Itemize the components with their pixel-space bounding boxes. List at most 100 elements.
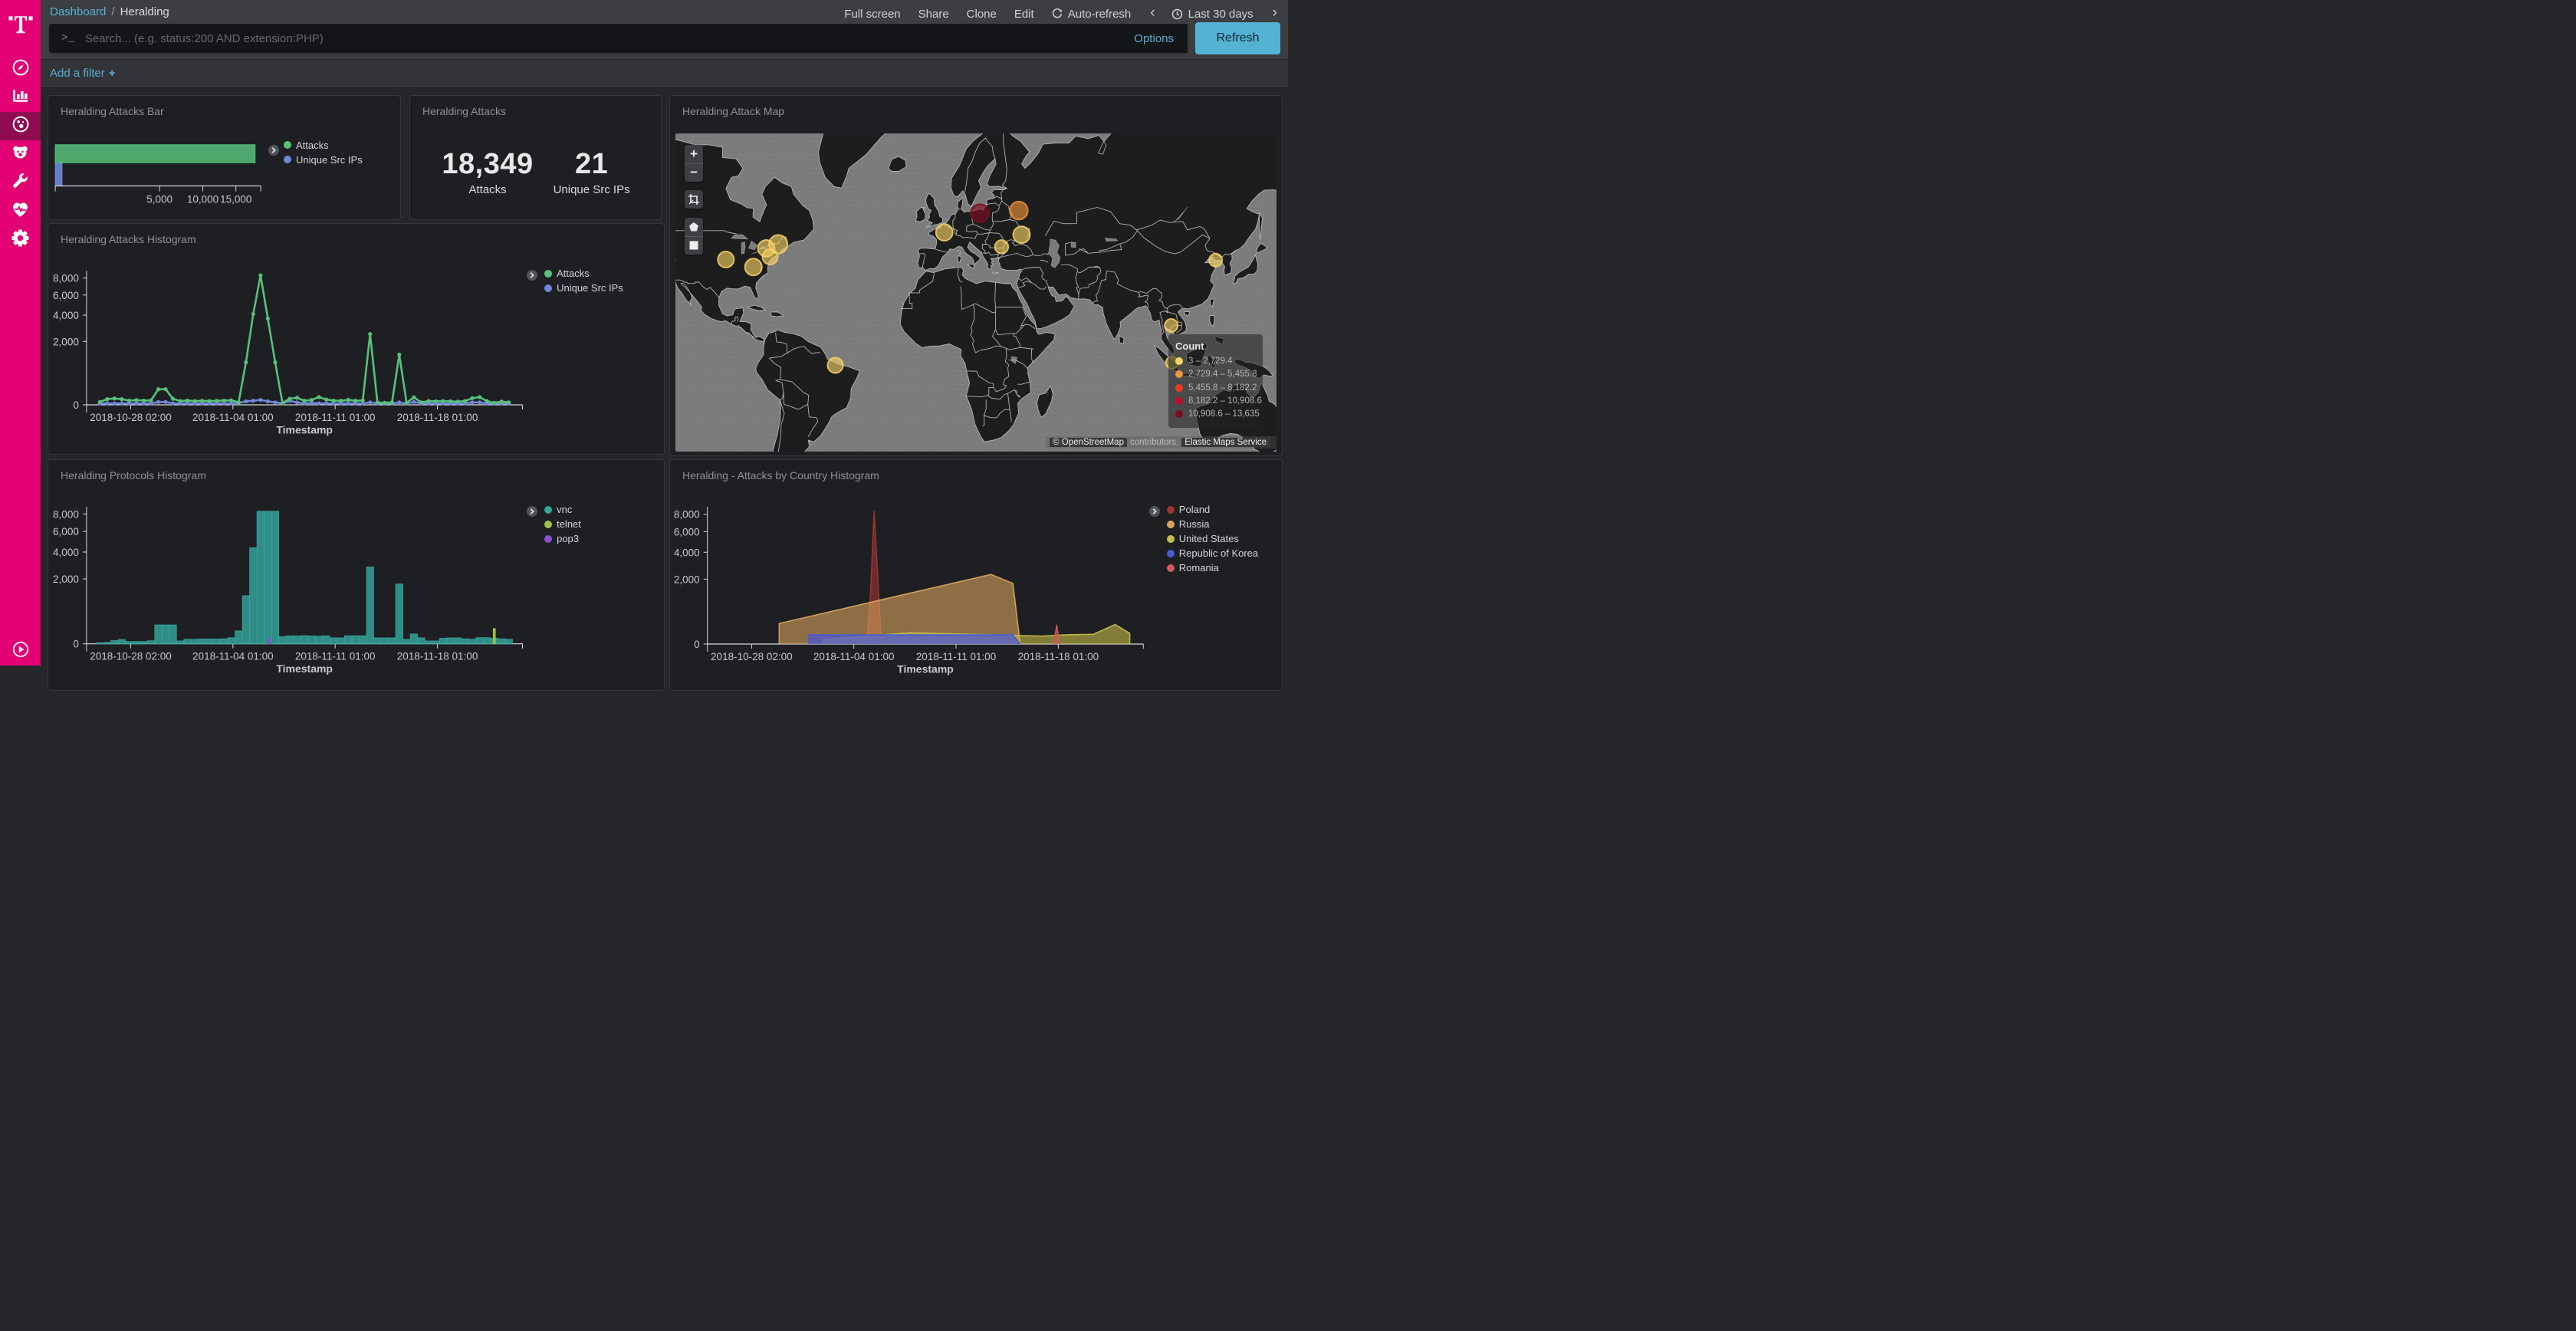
- breadcrumb-separator: /: [106, 5, 120, 18]
- legend-item-attacks[interactable]: Attacks: [284, 138, 363, 153]
- legend-item-telnet[interactable]: telnet: [544, 517, 581, 531]
- attack-location-marker[interactable]: [762, 249, 777, 265]
- nav-actions: Full screen Share Clone Edit Auto-refres…: [826, 5, 1277, 22]
- zoom-in-button[interactable]: +: [685, 145, 703, 163]
- legend-label: vnc: [557, 504, 572, 515]
- svg-text:15,000: 15,000: [220, 193, 251, 205]
- play-icon: [12, 641, 29, 658]
- map-legend-row: 3 – 2,729.4: [1175, 355, 1256, 368]
- attack-location-marker[interactable]: [995, 240, 1008, 253]
- svg-text:Timestamp: Timestamp: [897, 662, 954, 675]
- map-attribution: © OpenStreetMap contributors, Elastic Ma…: [1046, 436, 1276, 449]
- fullscreen-button[interactable]: Full screen: [844, 8, 900, 21]
- attack-location-marker[interactable]: [1165, 319, 1178, 332]
- sidebar-item-tpot[interactable]: [0, 140, 41, 169]
- breadcrumb-bar: Dashboard/Heralding Full screen Share Cl…: [41, 0, 1288, 23]
- sidebar-item-discover[interactable]: [0, 55, 41, 84]
- zoom-out-button[interactable]: −: [685, 163, 703, 182]
- metric-value: 21: [527, 148, 657, 181]
- legend-item-unique-src-ips[interactable]: Unique Src IPs: [284, 153, 363, 167]
- map-legend-row: 2,729.4 – 5,455.8: [1175, 368, 1256, 381]
- attack-location-marker[interactable]: [718, 251, 734, 267]
- legend-item-attacks[interactable]: Attacks: [544, 266, 623, 281]
- map-legend-row: 8,182.2 – 10,908.6: [1175, 394, 1256, 407]
- time-range-button[interactable]: Last 30 days: [1171, 8, 1254, 21]
- legend-range-label: 10,908.6 – 13,635: [1188, 409, 1260, 419]
- legend-item-republic-of-korea[interactable]: Republic of Korea: [1167, 546, 1258, 560]
- legend-item-united-states[interactable]: United States: [1167, 531, 1258, 546]
- edit-button[interactable]: Edit: [1014, 8, 1034, 21]
- legend-attacks-histogram: Attacks Unique Src IPs: [544, 266, 623, 295]
- auto-refresh-button[interactable]: Auto-refresh: [1052, 8, 1132, 21]
- legend-color-dot: [544, 521, 552, 528]
- legend-color-dot: [544, 284, 552, 292]
- legend-label: pop3: [557, 533, 579, 544]
- svg-text:6,000: 6,000: [674, 526, 700, 537]
- attack-map[interactable]: + − Count 3: [675, 133, 1276, 452]
- legend-color-dot: [544, 506, 552, 514]
- legend-color-dot: [1167, 521, 1175, 528]
- time-forward-button[interactable]: ›: [1273, 5, 1277, 21]
- add-filter-link[interactable]: Add a filter+: [50, 67, 115, 80]
- sidebar-item-monitoring[interactable]: [0, 197, 41, 225]
- sidebar-collapse-button[interactable]: [0, 639, 41, 659]
- attack-location-marker[interactable]: [936, 224, 953, 241]
- time-back-button[interactable]: ‹: [1150, 5, 1155, 21]
- svg-text:8,000: 8,000: [53, 508, 79, 520]
- legend-label: Attacks: [557, 268, 590, 279]
- draw-polygon-button[interactable]: [685, 218, 703, 236]
- legend-item-pop3[interactable]: pop3: [544, 531, 581, 546]
- breadcrumb-page-title: Heralding: [120, 5, 169, 18]
- panel-title: Heralding Attack Map: [682, 105, 784, 117]
- clone-button[interactable]: Clone: [967, 8, 997, 21]
- legend-item-romania[interactable]: Romania: [1167, 560, 1258, 575]
- tmobile-logo[interactable]: [0, 6, 41, 40]
- attack-location-marker[interactable]: [828, 357, 843, 373]
- legend-item-russia[interactable]: Russia: [1167, 517, 1258, 531]
- attack-location-marker[interactable]: [745, 258, 762, 275]
- sidebar-item-devtools[interactable]: [0, 169, 41, 197]
- svg-text:2018-11-18 01:00: 2018-11-18 01:00: [1018, 651, 1099, 662]
- dashboard-icon: [12, 115, 30, 137]
- map-draw-control: [685, 218, 703, 255]
- legend-label: Attacks: [296, 140, 329, 151]
- sidebar-item-visualize[interactable]: [0, 84, 41, 112]
- legend-item-poland[interactable]: Poland: [1167, 502, 1258, 517]
- fit-data-bounds-button[interactable]: [685, 190, 703, 209]
- attribution-text: contributors,: [1130, 438, 1178, 447]
- panel-attacks-metric: Heralding Attacks 18,349 Attacks 21 Uniq…: [409, 95, 662, 220]
- attack-location-marker[interactable]: [971, 204, 988, 222]
- sidebar-item-management[interactable]: [0, 225, 41, 254]
- attack-location-marker[interactable]: [1209, 253, 1222, 266]
- attack-location-marker[interactable]: [1014, 226, 1030, 243]
- legend-color-dot: [1167, 564, 1175, 572]
- svg-text:2018-11-18 01:00: 2018-11-18 01:00: [397, 650, 478, 662]
- svg-text:2018-11-04 01:00: 2018-11-04 01:00: [813, 651, 895, 662]
- query-options-link[interactable]: Options: [1134, 32, 1174, 45]
- svg-text:2,000: 2,000: [53, 573, 79, 585]
- osm-link[interactable]: © OpenStreetMap: [1050, 438, 1127, 447]
- legend-toggle-chevron[interactable]: [268, 145, 279, 156]
- metric-label: Unique Src IPs: [527, 183, 657, 196]
- panel-attacks-bar: Heralding Attacks Bar 5,00010,00015,000 …: [48, 95, 401, 220]
- dashboard-grid: Heralding Attacks Bar 5,00010,00015,000 …: [41, 89, 1288, 666]
- bar-chart-icon: [12, 87, 30, 109]
- svg-text:4,000: 4,000: [53, 310, 79, 321]
- legend-item-vnc[interactable]: vnc: [544, 502, 581, 517]
- legend-item-unique-src-ips[interactable]: Unique Src IPs: [544, 281, 623, 295]
- svg-text:0: 0: [73, 399, 79, 411]
- share-button[interactable]: Share: [918, 8, 949, 21]
- svg-text:10,000: 10,000: [187, 193, 219, 205]
- refresh-button[interactable]: Refresh: [1195, 22, 1280, 54]
- draw-rectangle-button[interactable]: [685, 236, 703, 255]
- map-legend-row: 5,455.8 – 8,182.2: [1175, 381, 1256, 394]
- attack-location-marker[interactable]: [1010, 201, 1027, 219]
- svg-text:2018-11-18 01:00: 2018-11-18 01:00: [397, 412, 478, 423]
- legend-label: Romania: [1179, 562, 1219, 573]
- sidebar-item-dashboard[interactable]: [0, 112, 41, 140]
- legend-color-dot: [1167, 550, 1175, 557]
- svg-text:4,000: 4,000: [53, 546, 79, 557]
- breadcrumb-dashboard-link[interactable]: Dashboard: [50, 5, 106, 18]
- ems-link[interactable]: Elastic Maps Service: [1181, 438, 1270, 447]
- search-input[interactable]: [85, 32, 1134, 45]
